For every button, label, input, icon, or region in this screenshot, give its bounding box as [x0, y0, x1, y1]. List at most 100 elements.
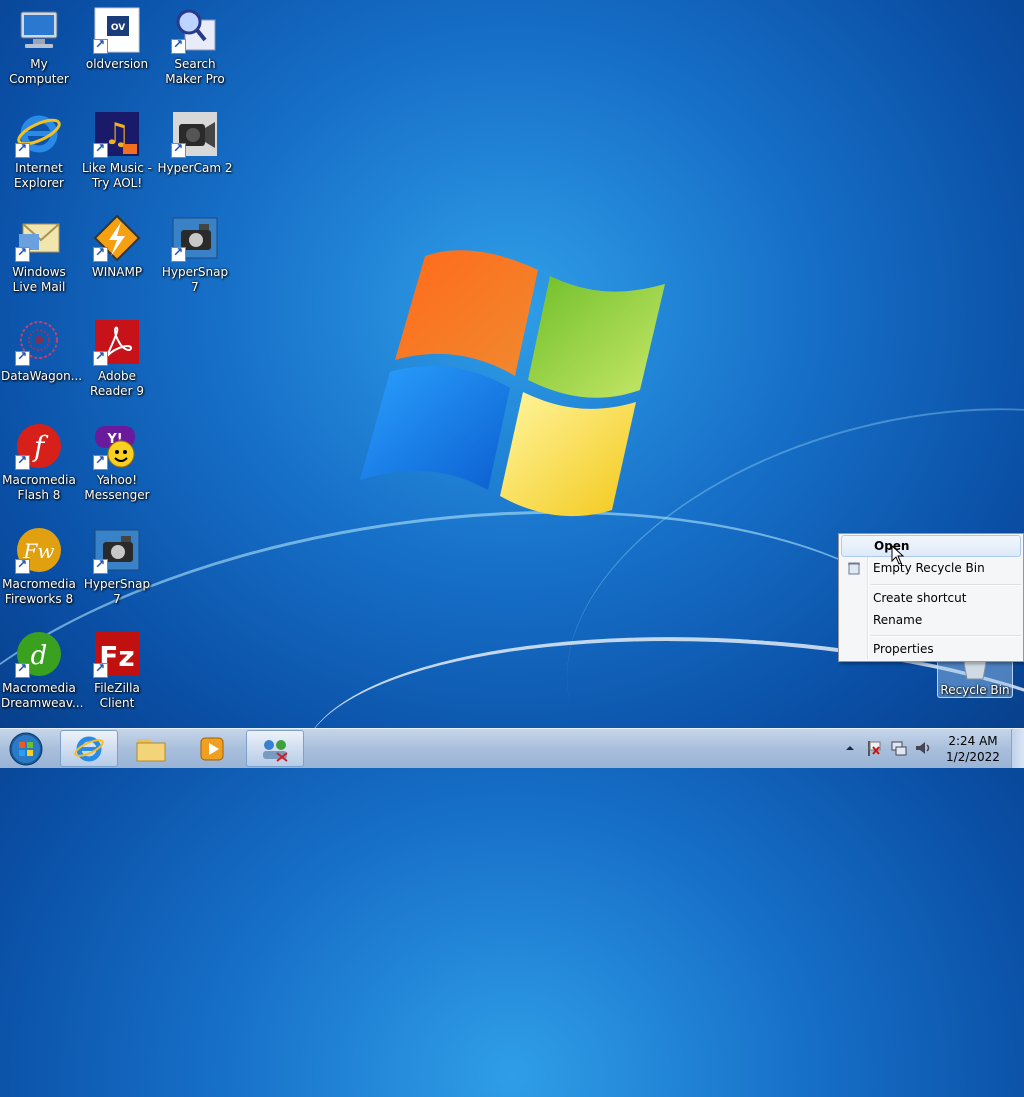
- clock-date: 1/2/2022: [946, 750, 1000, 764]
- shortcut-arrow-icon: [93, 349, 108, 366]
- desktop-icon-label: DataWagon...: [1, 369, 83, 383]
- taskbar-button-network-app[interactable]: [246, 730, 304, 767]
- mail-icon: [15, 214, 63, 262]
- datawagon-icon: [15, 318, 63, 366]
- taskbar-button-internet-explorer[interactable]: [60, 730, 118, 767]
- menu-item-empty-recycle-bin[interactable]: Empty Recycle Bin: [841, 557, 1021, 579]
- desktop-icon-adobe-reader-9[interactable]: Adobe Reader 9: [78, 312, 156, 399]
- network-app-icon: [263, 740, 288, 762]
- fireworks-icon: Fw: [15, 526, 63, 574]
- volume-icon[interactable]: [914, 739, 932, 757]
- svg-text:OV: OV: [111, 23, 125, 33]
- taskbar-button-media-player[interactable]: [184, 730, 242, 767]
- camcorder-icon: [171, 110, 219, 158]
- show-desktop-button[interactable]: [1011, 729, 1024, 768]
- menu-item-label: Rename: [873, 613, 923, 627]
- filezilla-icon: Fz: [93, 630, 141, 678]
- desktop-icon-label: Recycle Bin: [940, 683, 1010, 697]
- desktop-icon-label: Adobe Reader 9: [90, 369, 144, 398]
- adobe-reader-icon: [93, 318, 141, 366]
- menu-separator: [871, 635, 1021, 637]
- shortcut-arrow-icon: [15, 349, 30, 366]
- menu-item-rename[interactable]: Rename: [841, 609, 1021, 631]
- flash-icon: f: [15, 422, 63, 470]
- shortcut-arrow-icon: [93, 661, 108, 678]
- desktop-icon-label: WINAMP: [91, 265, 143, 279]
- computer-icon: [15, 6, 63, 54]
- music-notes-icon: ♫: [93, 110, 141, 158]
- menu-item-create-shortcut[interactable]: Create shortcut: [841, 587, 1021, 609]
- menu-item-properties[interactable]: Properties: [841, 638, 1021, 660]
- desktop-icon-my-computer[interactable]: My Computer: [0, 0, 78, 87]
- desktop-icon-label: Macromedia Fireworks 8: [2, 577, 76, 606]
- shortcut-arrow-icon: [93, 453, 108, 470]
- desktop-icon-label: My Computer: [9, 57, 69, 86]
- taskbar: 2:24 AM 1/2/2022: [0, 728, 1024, 768]
- camera-icon: [93, 526, 141, 574]
- shortcut-arrow-icon: [15, 245, 30, 262]
- desktop-icon-label: oldversion: [85, 57, 149, 71]
- desktop-icon-yahoo-messenger[interactable]: Y! Yahoo! Messenger: [78, 416, 156, 503]
- desktop-icon-label: Windows Live Mail: [12, 265, 66, 294]
- desktop-icon-datawagon[interactable]: DataWagon...: [0, 312, 83, 384]
- internet-explorer-icon: [15, 110, 63, 158]
- desktop-icon-macromedia-flash-8[interactable]: f Macromedia Flash 8: [0, 416, 78, 503]
- desktop-icon-like-music[interactable]: ♫ Like Music - Try AOL!: [78, 104, 156, 191]
- start-button[interactable]: [3, 730, 49, 768]
- recycle-bin-small-icon: [847, 560, 861, 575]
- shortcut-arrow-icon: [15, 453, 30, 470]
- mouse-cursor-icon: [891, 545, 905, 565]
- windows-start-orb-icon: [9, 732, 43, 766]
- shortcut-arrow-icon: [15, 141, 30, 158]
- desktop-icon-internet-explorer[interactable]: Internet Explorer: [0, 104, 78, 191]
- desktop-icon-search-maker-pro[interactable]: Search Maker Pro: [156, 0, 234, 87]
- winamp-icon: [93, 214, 141, 262]
- clock-time: 2:24 AM: [948, 734, 998, 748]
- desktop-icon-macromedia-dreamweaver[interactable]: d Macromedia Dreamweav...: [0, 624, 84, 711]
- clock[interactable]: 2:24 AM 1/2/2022: [938, 733, 1008, 765]
- show-hidden-icons-arrow[interactable]: [845, 743, 855, 753]
- folder-icon: [136, 739, 166, 762]
- windows-logo: [360, 250, 665, 517]
- menu-item-label: Properties: [873, 642, 934, 656]
- menu-item-label: Empty Recycle Bin: [873, 561, 985, 575]
- desktop-icon-label: Search Maker Pro: [165, 57, 225, 86]
- desktop-icon-hypercam-2[interactable]: HyperCam 2: [156, 104, 234, 176]
- desktop-icon-label: HyperSnap 7: [161, 265, 229, 294]
- media-player-icon: [200, 737, 224, 761]
- network-icon[interactable]: [890, 739, 908, 757]
- desktop-icon-label: HyperSnap 7: [83, 577, 151, 606]
- yahoo-messenger-icon: Y!: [93, 422, 141, 470]
- desktop-icon-hypersnap-7-2[interactable]: HyperSnap 7: [78, 520, 156, 607]
- shortcut-arrow-icon: [171, 37, 186, 54]
- taskbar-button-explorer[interactable]: [122, 730, 180, 767]
- shortcut-arrow-icon: [93, 245, 108, 262]
- svg-text:d: d: [31, 641, 48, 671]
- desktop-icon-label: Yahoo! Messenger: [84, 473, 150, 502]
- desktop-icon-windows-live-mail[interactable]: Windows Live Mail: [0, 208, 78, 295]
- desktop-icon-hypersnap-7[interactable]: HyperSnap 7: [156, 208, 234, 295]
- desktop-icon-label: HyperCam 2: [157, 161, 233, 175]
- shortcut-arrow-icon: [15, 661, 30, 678]
- shortcut-arrow-icon: [93, 141, 108, 158]
- desktop-icon-label: FileZilla Client: [94, 681, 140, 710]
- desktop-icon-label: Macromedia Dreamweav...: [1, 681, 84, 710]
- action-center-flag-icon[interactable]: [866, 739, 882, 757]
- context-menu: Open Empty Recycle Bin Create shortcut R…: [838, 533, 1024, 662]
- menu-separator: [871, 584, 1021, 586]
- desktop-icon-label: Internet Explorer: [14, 161, 64, 190]
- desktop-icon-winamp[interactable]: WINAMP: [78, 208, 156, 280]
- menu-item-open[interactable]: Open: [841, 535, 1021, 557]
- oldversion-icon: OV: [93, 6, 141, 54]
- internet-explorer-icon: [74, 736, 104, 762]
- desktop-icon-label: Macromedia Flash 8: [2, 473, 76, 502]
- desktop-icon-filezilla-client[interactable]: Fz FileZilla Client: [78, 624, 156, 711]
- shortcut-arrow-icon: [171, 245, 186, 262]
- dreamweaver-icon: d: [15, 630, 63, 678]
- shortcut-arrow-icon: [93, 557, 108, 574]
- shortcut-arrow-icon: [15, 557, 30, 574]
- desktop-icon-oldversion[interactable]: OV oldversion: [78, 0, 156, 72]
- search-maker-icon: [171, 6, 219, 54]
- camera-icon: [171, 214, 219, 262]
- desktop-icon-macromedia-fireworks-8[interactable]: Fw Macromedia Fireworks 8: [0, 520, 78, 607]
